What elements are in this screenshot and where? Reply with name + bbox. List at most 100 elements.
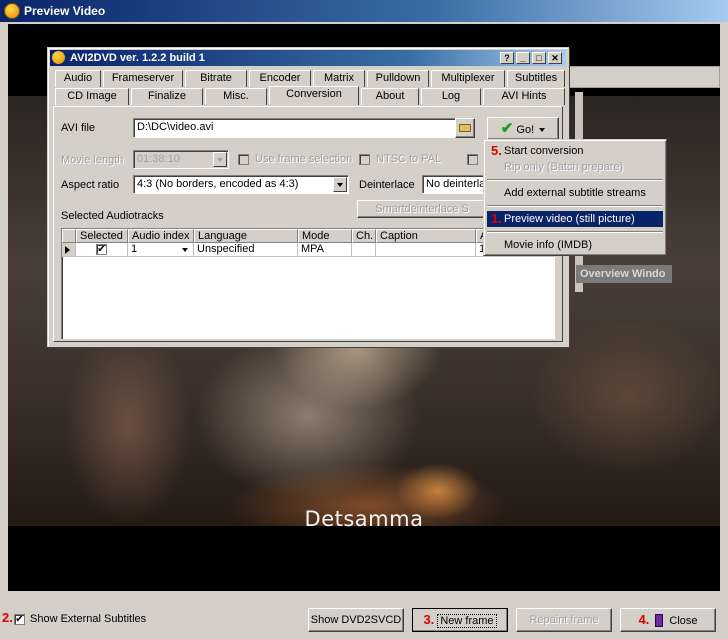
- video-subtitle: Detsamma: [304, 507, 424, 531]
- audiotracks-grid[interactable]: Selected Audio index Language Mode Ch. C…: [61, 228, 555, 339]
- tab-encoder[interactable]: Encoder: [249, 70, 311, 87]
- grid-header-ch[interactable]: Ch.: [352, 229, 376, 243]
- row-language-cell[interactable]: Unspecified: [194, 243, 298, 257]
- movie-length-select[interactable]: 01:38:10: [133, 150, 229, 169]
- ntsc-to-pal-label: NTSC to PAL: [376, 153, 442, 165]
- repaint-frame-button[interactable]: Repaint frame: [516, 608, 612, 632]
- grid-header-mode[interactable]: Mode: [298, 229, 352, 243]
- ntsc-to-pal-checkbox[interactable]: [359, 154, 370, 165]
- selected-audiotracks-label: Selected Audiotracks: [61, 210, 164, 222]
- menu-separator: [487, 179, 663, 181]
- menu-item-rip-only[interactable]: Rip only (Batch prepare): [487, 159, 663, 175]
- chevron-down-icon: [539, 128, 546, 132]
- tab-subtitles[interactable]: Subtitles: [507, 70, 565, 87]
- app-icon: [4, 3, 20, 19]
- new-frame-button[interactable]: 3. New frame: [412, 608, 508, 632]
- deinterlace-value: No deinterlac: [426, 178, 488, 190]
- menu-item-label: Add external subtitle streams: [504, 187, 646, 199]
- tab-avi-hints[interactable]: AVI Hints: [483, 88, 565, 105]
- extra-option-checkbox[interactable]: [467, 154, 478, 165]
- show-external-subtitles-checkbox[interactable]: ✔: [14, 614, 25, 625]
- folder-icon: [459, 124, 471, 132]
- avi-file-label: AVI file: [61, 122, 96, 134]
- close-button[interactable]: 4. Close: [620, 608, 716, 632]
- row-mode-cell[interactable]: MPA: [298, 243, 352, 257]
- menu-separator: [487, 231, 663, 233]
- grid-header-selected[interactable]: Selected: [76, 229, 128, 243]
- preview-window-titlebar[interactable]: Preview Video: [0, 0, 728, 22]
- bottom-toolbar: 2. ✔ Show External Subtitles Show DVD2SV…: [0, 598, 728, 639]
- tab-frameserver[interactable]: Frameserver: [103, 70, 183, 87]
- avi-file-input[interactable]: D:\DC\video.avi: [133, 118, 457, 138]
- aspect-ratio-value: 4:3 (No borders, encoded as 4:3): [137, 178, 299, 190]
- overview-window-title: Overview Windo: [576, 265, 672, 283]
- row-ch-cell[interactable]: [352, 243, 376, 257]
- tab-multiplexer[interactable]: Multiplexer: [431, 70, 505, 87]
- avi2dvd-app-icon: [52, 51, 65, 64]
- callout-4: 4.: [638, 612, 650, 627]
- grid-header-language[interactable]: Language: [194, 229, 298, 243]
- row-caption-cell[interactable]: [376, 243, 476, 257]
- dropdown-arrow-icon: [333, 177, 347, 192]
- grid-indicator-header: [62, 229, 76, 243]
- tab-conversion[interactable]: Conversion: [269, 86, 359, 105]
- background-window-stub: [569, 66, 720, 88]
- menu-separator: [487, 205, 663, 207]
- chevron-down-icon: [182, 248, 188, 252]
- row-selected-checkbox[interactable]: ✔: [96, 244, 107, 255]
- go-dropdown-menu: 5. Start conversion Rip only (Batch prep…: [483, 139, 667, 256]
- maximize-icon[interactable]: □: [532, 52, 546, 64]
- deinterlace-label: Deinterlace: [359, 179, 415, 191]
- avi2dvd-titlebar[interactable]: AVI2DVD ver. 1.2.2 build 1 ? _ □ ✕: [50, 50, 566, 66]
- new-frame-label: New frame: [437, 614, 497, 628]
- grid-header-caption[interactable]: Caption: [376, 229, 476, 243]
- tab-finalize[interactable]: Finalize: [131, 88, 203, 105]
- smartdeinterlace-button[interactable]: Smartdeinterlace S: [357, 200, 487, 218]
- menu-item-label: Start conversion: [504, 145, 584, 157]
- show-dvd2svcd-label: Show DVD2SVCD: [310, 614, 402, 626]
- menu-item-label: Preview video (still picture): [504, 213, 635, 225]
- tab-about[interactable]: About: [361, 88, 419, 105]
- menu-item-preview-video[interactable]: 1. Preview video (still picture): [487, 211, 663, 227]
- tab-bitrate[interactable]: Bitrate: [185, 70, 247, 87]
- grid-header-audio-index[interactable]: Audio index: [128, 229, 194, 243]
- menu-item-label: Rip only (Batch prepare): [504, 161, 624, 173]
- dropdown-arrow-icon: [213, 152, 227, 167]
- close-label: Close: [669, 615, 698, 627]
- help-icon[interactable]: ?: [500, 52, 514, 64]
- go-label: Go!: [516, 124, 535, 136]
- callout-2: 2.: [2, 610, 13, 625]
- menu-item-add-external-subtitles[interactable]: Add external subtitle streams: [487, 185, 663, 201]
- avi-file-value: D:\DC\video.avi: [137, 121, 214, 133]
- deinterlace-select[interactable]: No deinterlac: [422, 175, 488, 194]
- tab-audio[interactable]: Audio: [55, 70, 101, 87]
- minimize-icon[interactable]: _: [516, 52, 530, 64]
- movie-length-label: Movie length: [61, 154, 124, 166]
- menu-item-label: Movie info (IMDB): [504, 239, 593, 251]
- movie-length-value: 01:38:10: [137, 153, 180, 165]
- browse-folder-button[interactable]: [455, 118, 475, 138]
- tab-cd-image[interactable]: CD Image: [55, 88, 129, 105]
- use-frame-selection-label: Use frame selection: [255, 153, 353, 165]
- close-icon[interactable]: ✕: [548, 52, 562, 64]
- aspect-ratio-select[interactable]: 4:3 (No borders, encoded as 4:3): [133, 175, 349, 194]
- row-audio-index-value: 1: [131, 243, 138, 255]
- row-selected-cell[interactable]: ✔: [76, 243, 128, 257]
- callout-1: 1.: [491, 211, 502, 226]
- callout-3: 3.: [423, 612, 435, 627]
- tab-matrix[interactable]: Matrix: [313, 70, 365, 87]
- repaint-frame-label: Repaint frame: [529, 614, 599, 626]
- row-audio-index-cell[interactable]: 1: [128, 243, 194, 257]
- menu-item-movie-info[interactable]: Movie info (IMDB): [487, 237, 663, 253]
- window-title: Preview Video: [24, 4, 106, 18]
- use-frame-selection-checkbox[interactable]: [238, 154, 249, 165]
- show-external-subtitles-label[interactable]: Show External Subtitles: [30, 613, 146, 625]
- door-icon: [655, 614, 664, 627]
- go-button[interactable]: ✔ Go!: [487, 117, 559, 140]
- tab-log[interactable]: Log: [421, 88, 481, 105]
- smartdeinterlace-label: Smartdeinterlace S: [375, 203, 469, 215]
- tab-pulldown[interactable]: Pulldown: [367, 70, 429, 87]
- tab-misc[interactable]: Misc.: [205, 88, 267, 105]
- menu-item-start-conversion[interactable]: 5. Start conversion: [487, 143, 663, 159]
- show-dvd2svcd-button[interactable]: Show DVD2SVCD: [308, 608, 404, 632]
